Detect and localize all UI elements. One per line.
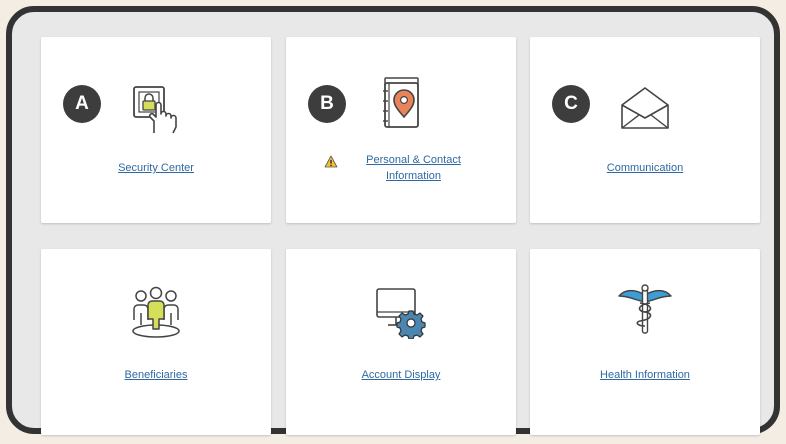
envelope-open-icon [621, 87, 669, 129]
monitor-gear-icon [376, 288, 426, 339]
security-center-link[interactable]: Security Center [51, 160, 261, 176]
settings-panel: A Security Center B Personal & Contact I… [6, 6, 780, 435]
caduceus-icon [618, 284, 672, 334]
callout-badge-c: C [552, 85, 590, 123]
personal-contact-link[interactable]: Personal & Contact Information [356, 152, 471, 184]
callout-badge-b: B [308, 85, 346, 123]
communication-card[interactable]: C Communication [530, 37, 760, 223]
communication-link[interactable]: Communication [540, 160, 750, 176]
personal-contact-link-line2[interactable]: Information [356, 168, 471, 184]
callout-badge-a: A [63, 85, 101, 123]
address-book-pin-icon [383, 77, 419, 128]
account-display-link[interactable]: Account Display [296, 367, 506, 383]
health-information-card[interactable]: Health Information [530, 249, 760, 435]
health-information-link[interactable]: Health Information [540, 367, 750, 383]
personal-contact-link-line1[interactable]: Personal & Contact [356, 152, 471, 168]
lock-touch-icon [133, 86, 177, 134]
warning-icon [324, 155, 338, 168]
security-center-card[interactable]: A Security Center [41, 37, 271, 223]
beneficiaries-card[interactable]: Beneficiaries [41, 249, 271, 435]
people-group-icon [132, 286, 180, 338]
beneficiaries-link[interactable]: Beneficiaries [51, 367, 261, 383]
account-display-card[interactable]: Account Display [286, 249, 516, 435]
personal-contact-card[interactable]: B Personal & Contact Information [286, 37, 516, 223]
